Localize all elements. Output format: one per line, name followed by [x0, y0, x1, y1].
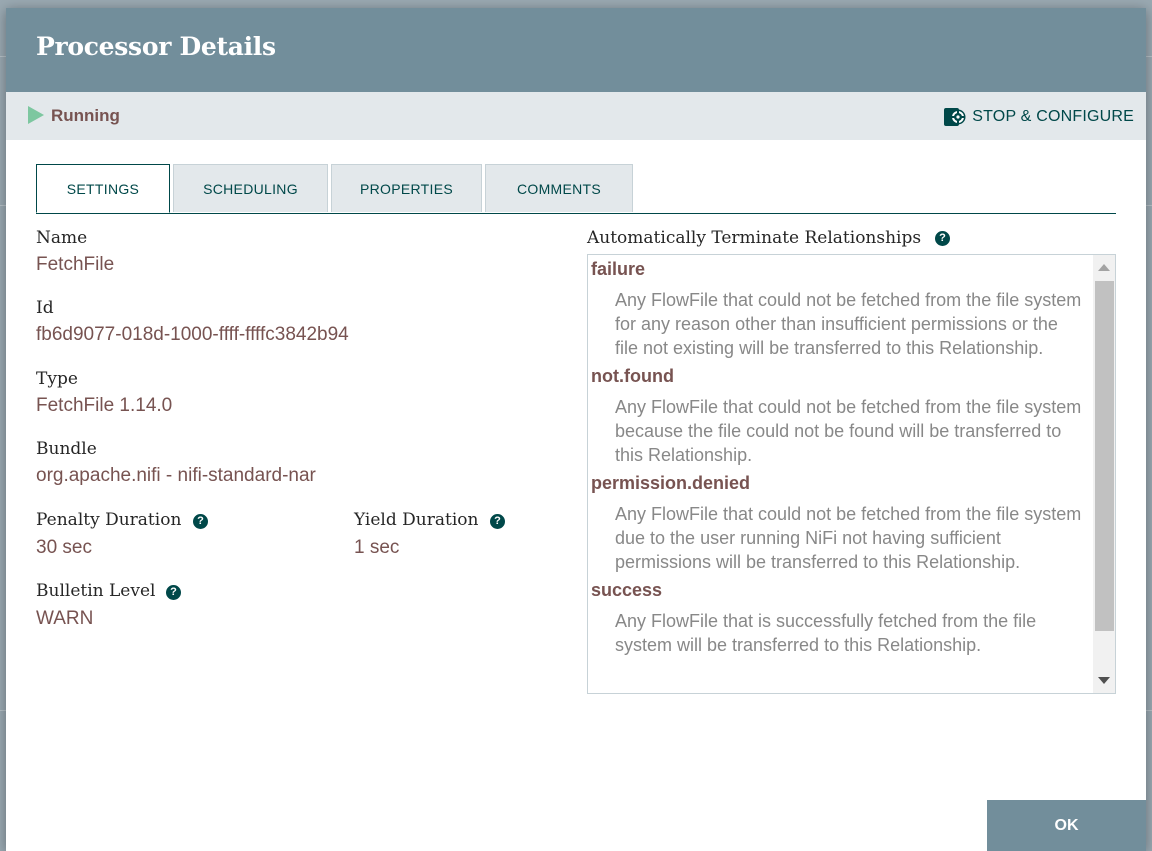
bundle-value: org.apache.nifi - nifi-standard-nar [36, 465, 316, 486]
bulletin-level-value: WARN [36, 608, 94, 629]
type-value: FetchFile 1.14.0 [36, 395, 173, 416]
tab-scheduling[interactable]: SCHEDULING [173, 164, 328, 212]
yield-duration-value: 1 sec [354, 537, 400, 558]
relationship-description: Any FlowFile that is successfully fetche… [615, 611, 1037, 655]
list-item[interactable]: failure Any FlowFile that could not be f… [588, 255, 1093, 362]
tab-properties[interactable]: PROPERTIES [331, 164, 482, 212]
running-play-icon [28, 106, 44, 124]
list-item[interactable]: permission.denied Any FlowFile that coul… [588, 469, 1093, 576]
relationship-description: Any FlowFile that could not be fetched f… [615, 290, 1082, 358]
dialog-header: Processor Details [6, 8, 1146, 92]
scroll-up-arrow-icon[interactable] [1098, 264, 1110, 271]
type-label: Type [36, 369, 78, 389]
dialog-title: Processor Details [36, 32, 276, 61]
name-value: FetchFile [36, 254, 115, 275]
relationship-name: permission.denied [591, 473, 751, 493]
processor-status-bar: Running STOP & CONFIGURE [6, 92, 1146, 140]
bundle-label: Bundle [36, 439, 97, 459]
id-label: Id [36, 298, 54, 318]
relationship-description: Any FlowFile that could not be fetched f… [615, 504, 1082, 572]
penalty-help-icon[interactable]: ? [193, 514, 208, 529]
relationship-description: Any FlowFile that could not be fetched f… [615, 397, 1082, 465]
auto-terminate-header: Automatically Terminate Relationships [587, 228, 922, 248]
stop-configure-label: STOP & CONFIGURE [972, 108, 1134, 125]
relationship-name: not.found [591, 366, 674, 386]
scroll-thumb[interactable] [1095, 281, 1114, 631]
relationship-name: success [591, 580, 663, 600]
scroll-down-arrow-icon[interactable] [1098, 677, 1110, 684]
list-item[interactable]: not.found Any FlowFile that could not be… [588, 362, 1093, 469]
list-item[interactable]: success Any FlowFile that is successfull… [588, 576, 1093, 659]
penalty-duration-label: Penalty Duration [36, 510, 182, 530]
stop-configure-gear-icon [944, 108, 966, 126]
yield-duration-label: Yield Duration [354, 510, 479, 530]
tab-comments[interactable]: COMMENTS [485, 164, 633, 212]
processor-details-dialog: Processor Details Running STOP & CONFIGU… [6, 8, 1146, 851]
relationships-list: failure Any FlowFile that could not be f… [588, 255, 1093, 659]
penalty-duration-value: 30 sec [36, 537, 92, 558]
relationships-list-box[interactable]: failure Any FlowFile that could not be f… [587, 254, 1116, 694]
auto-terminate-help-icon[interactable]: ? [935, 231, 950, 246]
relationships-scrollbar[interactable] [1093, 255, 1115, 693]
id-value: fb6d9077-018d-1000-ffff-ffffc3842b94 [36, 324, 349, 345]
tab-settings[interactable]: SETTINGS [36, 164, 170, 213]
name-label: Name [36, 228, 88, 248]
ok-button[interactable]: OK [987, 800, 1146, 851]
yield-help-icon[interactable]: ? [490, 514, 505, 529]
relationship-name: failure [591, 259, 646, 279]
bulletin-help-icon[interactable]: ? [166, 585, 181, 600]
bulletin-level-label: Bulletin Level [36, 581, 156, 601]
stop-and-configure-button[interactable]: STOP & CONFIGURE [943, 106, 1134, 128]
run-status-text: Running [51, 106, 120, 125]
tab-bar: SETTINGS SCHEDULING PROPERTIES COMMENTS [36, 164, 1116, 214]
